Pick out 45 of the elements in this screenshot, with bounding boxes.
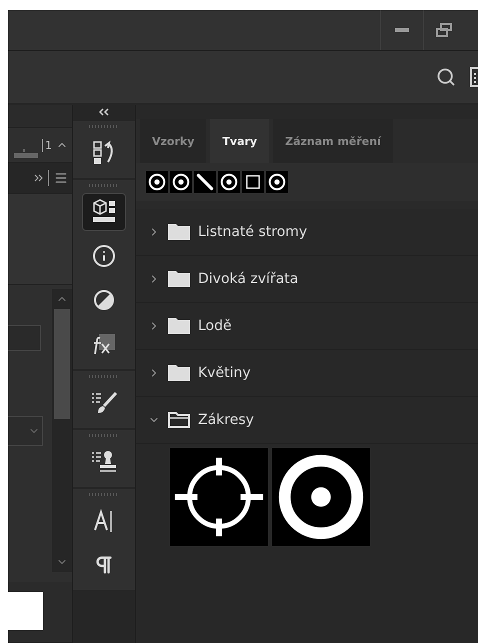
separator-icon (48, 170, 50, 186)
ruler-icon (14, 149, 38, 158)
menu-icon[interactable] (54, 171, 68, 185)
line-shape-icon[interactable] (194, 171, 216, 193)
folder-name: Divoká zvířata (198, 271, 298, 287)
folder-row[interactable]: Květiny (136, 350, 478, 397)
panel-tab[interactable]: Vzorky (140, 119, 206, 163)
double-chevron-icon[interactable] (34, 173, 44, 183)
fx-icon[interactable] (91, 332, 117, 356)
folder-icon (168, 318, 190, 334)
character-icon[interactable] (93, 509, 115, 533)
target-shape-icon[interactable] (170, 171, 192, 193)
half-circle-icon[interactable] (92, 288, 116, 312)
tool-button[interactable] (82, 193, 126, 231)
square-shape-icon[interactable] (242, 171, 264, 193)
panel-tab[interactable]: Záznam měření (273, 119, 393, 163)
folder-row[interactable]: Divoká zvířata (136, 256, 478, 303)
search-icon[interactable] (436, 67, 456, 87)
folder-row[interactable]: Zákresy (136, 397, 478, 444)
folder-name: Lodě (198, 318, 232, 334)
folder-icon (168, 365, 190, 381)
target-shape-icon[interactable] (266, 171, 288, 193)
color-swatch[interactable] (8, 592, 43, 630)
target-shape-icon[interactable] (146, 171, 168, 193)
info-icon[interactable] (92, 244, 116, 268)
folder-icon (168, 224, 190, 240)
folder-icon (168, 271, 190, 287)
input-field[interactable] (8, 325, 41, 351)
folder-name: Zákresy (198, 412, 254, 428)
target-shape-icon[interactable] (218, 171, 240, 193)
folder-name: Listnaté stromy (198, 224, 308, 240)
brush-icon[interactable] (90, 390, 118, 416)
folder-name: Květiny (198, 365, 251, 381)
scrollbar[interactable] (52, 289, 72, 572)
restore-icon[interactable] (436, 23, 452, 37)
cube-icon[interactable] (90, 199, 118, 225)
folder-icon (168, 412, 190, 428)
ruler-value: 1 (42, 138, 52, 152)
stamp-icon[interactable] (90, 449, 118, 475)
folder-row[interactable]: Listnaté stromy (136, 209, 478, 256)
collapse-icon[interactable] (99, 108, 109, 116)
folder-row[interactable]: Lodě (136, 303, 478, 350)
panel-tab[interactable]: Tvary (210, 119, 270, 163)
ring-shape-icon[interactable] (272, 448, 370, 546)
crosshair-shape-icon[interactable] (170, 448, 268, 546)
